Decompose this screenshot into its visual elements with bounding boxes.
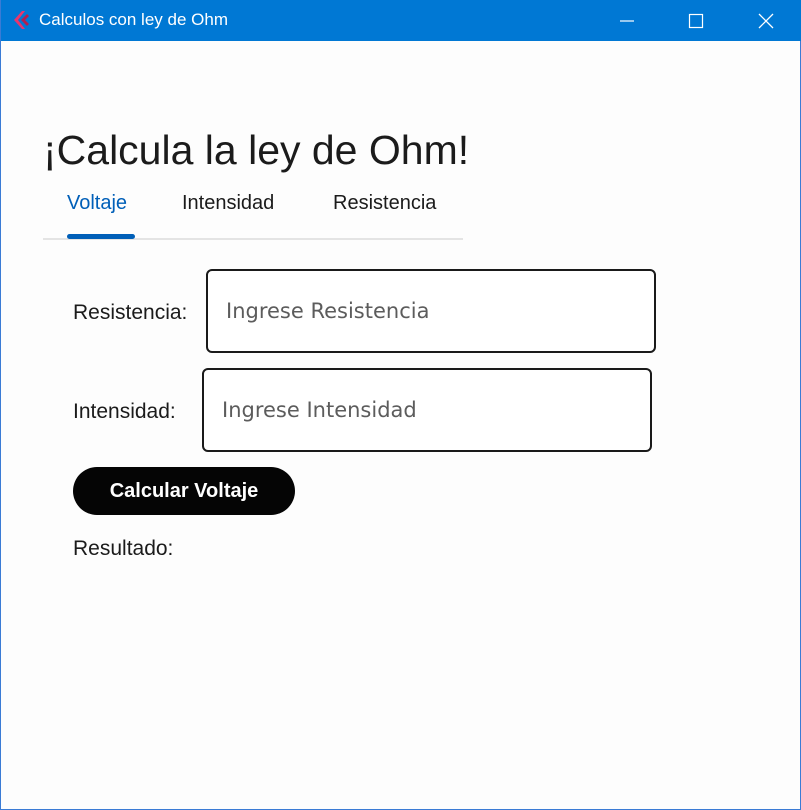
- intensidad-label: Intensidad:: [73, 400, 176, 423]
- resultado-label: Resultado:: [73, 537, 174, 560]
- resistencia-input[interactable]: [206, 269, 656, 353]
- minimize-button[interactable]: [592, 0, 662, 41]
- tab-resistencia[interactable]: Resistencia: [333, 189, 436, 217]
- minimize-icon: [620, 19, 634, 22]
- resistencia-label: Resistencia:: [73, 301, 188, 324]
- window-title: Calculos con ley de Ohm: [39, 10, 228, 29]
- close-icon: [758, 13, 774, 28]
- selected-tab-indicator: [67, 234, 135, 239]
- tab-voltaje[interactable]: Voltaje: [67, 189, 127, 217]
- tab-bar: Voltaje Intensidad Resistencia: [43, 185, 463, 240]
- maximize-button[interactable]: [661, 0, 731, 41]
- maximize-icon: [688, 13, 704, 28]
- app-logo-icon: [14, 11, 29, 29]
- intensidad-input[interactable]: [202, 368, 652, 452]
- title-bar[interactable]: Calculos con ley de Ohm: [1, 0, 801, 41]
- page-title: ¡Calcula la ley de Ohm!: [43, 127, 470, 174]
- close-button[interactable]: [731, 0, 801, 41]
- app-window: Calculos con ley de Ohm ¡Calcula la ley …: [0, 0, 801, 810]
- calcular-voltaje-button[interactable]: Calcular Voltaje: [73, 467, 295, 515]
- tab-intensidad[interactable]: Intensidad: [182, 189, 274, 217]
